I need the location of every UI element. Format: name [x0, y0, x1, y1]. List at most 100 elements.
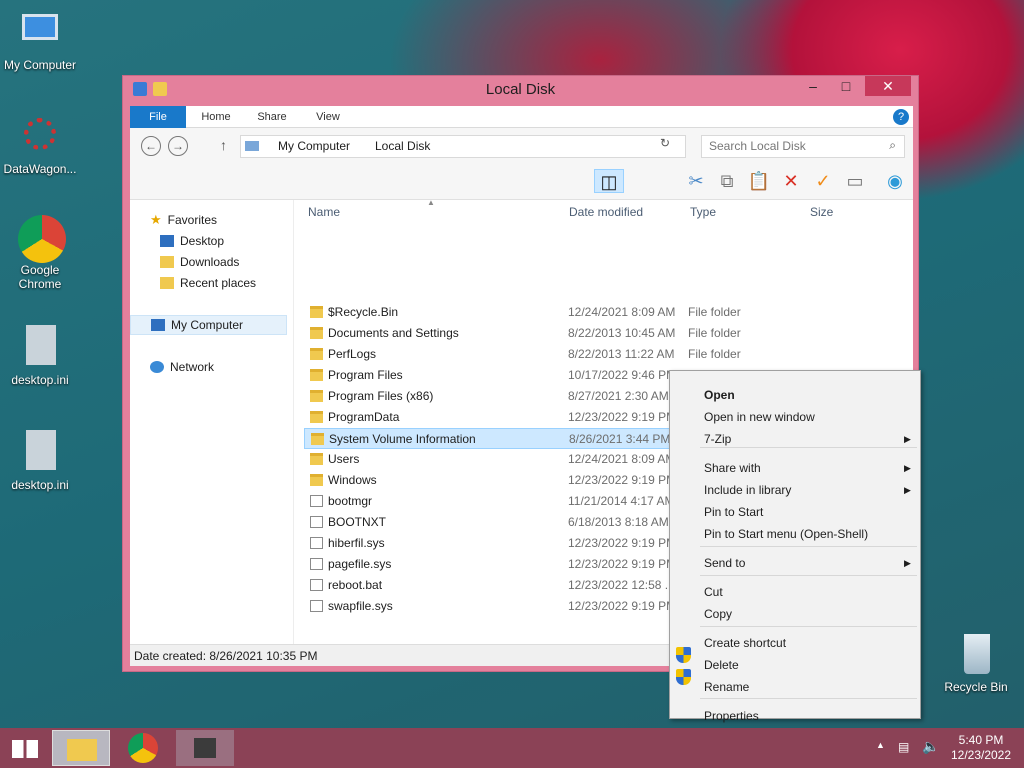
menu-separator: [700, 447, 917, 448]
desktop-icon-desktop-ini-2[interactable]: desktop.ini: [0, 430, 80, 492]
taskbar-file-explorer[interactable]: [52, 730, 110, 766]
column-size[interactable]: Size: [810, 200, 833, 224]
file-icon: [310, 495, 323, 507]
file-name: swapfile.sys: [328, 599, 393, 613]
menu-item[interactable]: Delete: [704, 655, 739, 675]
taskbar-app[interactable]: [176, 730, 234, 766]
desktop-icon-my-computer[interactable]: My Computer: [0, 10, 80, 72]
refresh-button[interactable]: ↻: [660, 136, 670, 150]
submenu-arrow-icon: ▶: [904, 485, 911, 495]
properties-icon[interactable]: [133, 82, 147, 96]
file-date: 11/21/2014 4:17 AM: [568, 494, 675, 508]
menu-item[interactable]: Rename: [704, 677, 749, 697]
menu-item[interactable]: 7-Zip ▶: [704, 429, 911, 449]
settings-file-icon: [18, 430, 62, 474]
menu-item[interactable]: Open in new window: [704, 407, 815, 427]
menu-item[interactable]: Cut: [704, 582, 723, 602]
nav-favorites[interactable]: ★ Favorites: [150, 210, 217, 230]
paste-icon[interactable]: 📋: [747, 169, 771, 193]
shell-icon[interactable]: ◉: [883, 169, 907, 193]
nav-item-desktop[interactable]: Desktop: [160, 231, 224, 251]
menu-item[interactable]: Send to ▶: [704, 553, 911, 573]
menu-item[interactable]: Create shortcut: [704, 633, 786, 653]
dropdown-icon[interactable]: [173, 82, 181, 96]
downloads-icon: [160, 256, 174, 268]
tab-share[interactable]: Share: [248, 106, 296, 128]
breadcrumb[interactable]: My Computer Local Disk: [240, 135, 686, 158]
folder-icon: [310, 306, 323, 318]
nav-item-downloads[interactable]: Downloads: [160, 252, 239, 272]
column-date[interactable]: Date modified: [569, 200, 643, 224]
taskbar-chrome[interactable]: [114, 730, 172, 766]
clock[interactable]: 5:40 PM 12/23/2022: [944, 733, 1018, 763]
file-icon: [310, 537, 323, 549]
address-bar-area: ← → ↑ My Computer Local Disk ↻ Search Lo…: [130, 128, 913, 164]
back-button[interactable]: ←: [141, 136, 161, 156]
start-button[interactable]: [0, 730, 50, 766]
help-icon[interactable]: ?: [893, 109, 909, 125]
column-name[interactable]: Name: [308, 200, 340, 224]
folder-icon: [67, 739, 97, 761]
minimize-button[interactable]: –: [798, 76, 828, 96]
close-button[interactable]: ✕: [865, 76, 911, 96]
column-type[interactable]: Type: [690, 200, 716, 224]
volume-icon[interactable]: 🔈: [922, 738, 939, 755]
properties-icon[interactable]: ▭: [843, 169, 867, 193]
clock-time: 5:40 PM: [958, 733, 1004, 747]
tab-file[interactable]: File: [130, 106, 186, 128]
menu-item[interactable]: Properties: [704, 706, 759, 726]
maximize-button[interactable]: □: [831, 76, 861, 96]
desktop-icon-datawagon[interactable]: DataWagon...: [0, 114, 80, 176]
monitor-icon: [18, 10, 62, 54]
recycle-bin-icon: [954, 632, 998, 676]
search-box[interactable]: Search Local Disk ⌕: [701, 135, 905, 158]
file-date: 12/23/2022 9:19 PM: [568, 473, 677, 487]
show-hidden-icons[interactable]: ▲: [876, 740, 885, 750]
file-icon: [310, 600, 323, 612]
desktop-icon-recycle-bin[interactable]: Recycle Bin: [936, 632, 1016, 694]
file-name: $Recycle.Bin: [328, 305, 399, 319]
table-row[interactable]: PerfLogs 8/22/2013 11:22 AM File folder: [304, 344, 879, 365]
chrome-icon: [128, 733, 158, 763]
file-name: Documents and Settings: [328, 326, 459, 340]
table-row[interactable]: Documents and Settings 8/22/2013 10:45 AM…: [304, 323, 879, 344]
desktop-icon-label: DataWagon...: [3, 162, 77, 176]
file-name: ProgramData: [328, 410, 400, 424]
file-date: 12/23/2022 9:19 PM: [568, 536, 677, 550]
table-row[interactable]: $Recycle.Bin 12/24/2021 8:09 AM File folde…: [304, 302, 879, 323]
tab-home[interactable]: Home: [192, 106, 240, 128]
menu-item[interactable]: Copy: [704, 604, 732, 624]
menu-item-label: Create shortcut: [704, 636, 787, 650]
search-input[interactable]: Search Local Disk: [709, 139, 806, 153]
up-button[interactable]: ↑: [220, 137, 227, 153]
menu-item[interactable]: Pin to Start menu (Open-Shell): [704, 524, 868, 544]
menu-item[interactable]: Open: [704, 385, 735, 405]
preview-pane-button[interactable]: ◫: [594, 169, 624, 193]
desktop-icon-desktop-ini[interactable]: desktop.ini: [0, 325, 80, 387]
copy-icon[interactable]: ⧉: [715, 169, 739, 193]
menu-item[interactable]: Include in library ▶: [704, 480, 911, 500]
nav-network[interactable]: Network: [150, 357, 214, 377]
menu-separator: [700, 698, 917, 699]
checkmark-icon[interactable]: ✓: [811, 169, 835, 193]
folder-icon: [310, 348, 323, 360]
star-icon: ★: [150, 212, 162, 227]
delete-icon[interactable]: ✕: [779, 169, 803, 193]
network-tray-icon[interactable]: ▤: [898, 740, 909, 754]
menu-item[interactable]: Pin to Start: [704, 502, 763, 522]
menu-item-label: Open in new window: [704, 410, 815, 424]
menu-item[interactable]: Share with ▶: [704, 458, 911, 478]
breadcrumb-item[interactable]: My Computer: [278, 139, 350, 153]
new-folder-icon[interactable]: [153, 82, 167, 96]
breadcrumb-item[interactable]: Local Disk: [375, 139, 430, 153]
cut-icon[interactable]: ✂: [684, 169, 708, 193]
file-date: 6/18/2013 8:18 AM: [568, 515, 669, 529]
tab-view[interactable]: View: [304, 106, 352, 128]
file-name: System Volume Information: [329, 432, 476, 446]
desktop-icon-google-chrome[interactable]: Google Chrome: [0, 215, 80, 291]
forward-button[interactable]: →: [168, 136, 188, 156]
nav-my-computer[interactable]: My Computer: [130, 315, 287, 335]
nav-item-recent-places[interactable]: Recent places: [160, 273, 256, 293]
folder-icon: [310, 390, 323, 402]
nav-label: Downloads: [180, 255, 240, 269]
